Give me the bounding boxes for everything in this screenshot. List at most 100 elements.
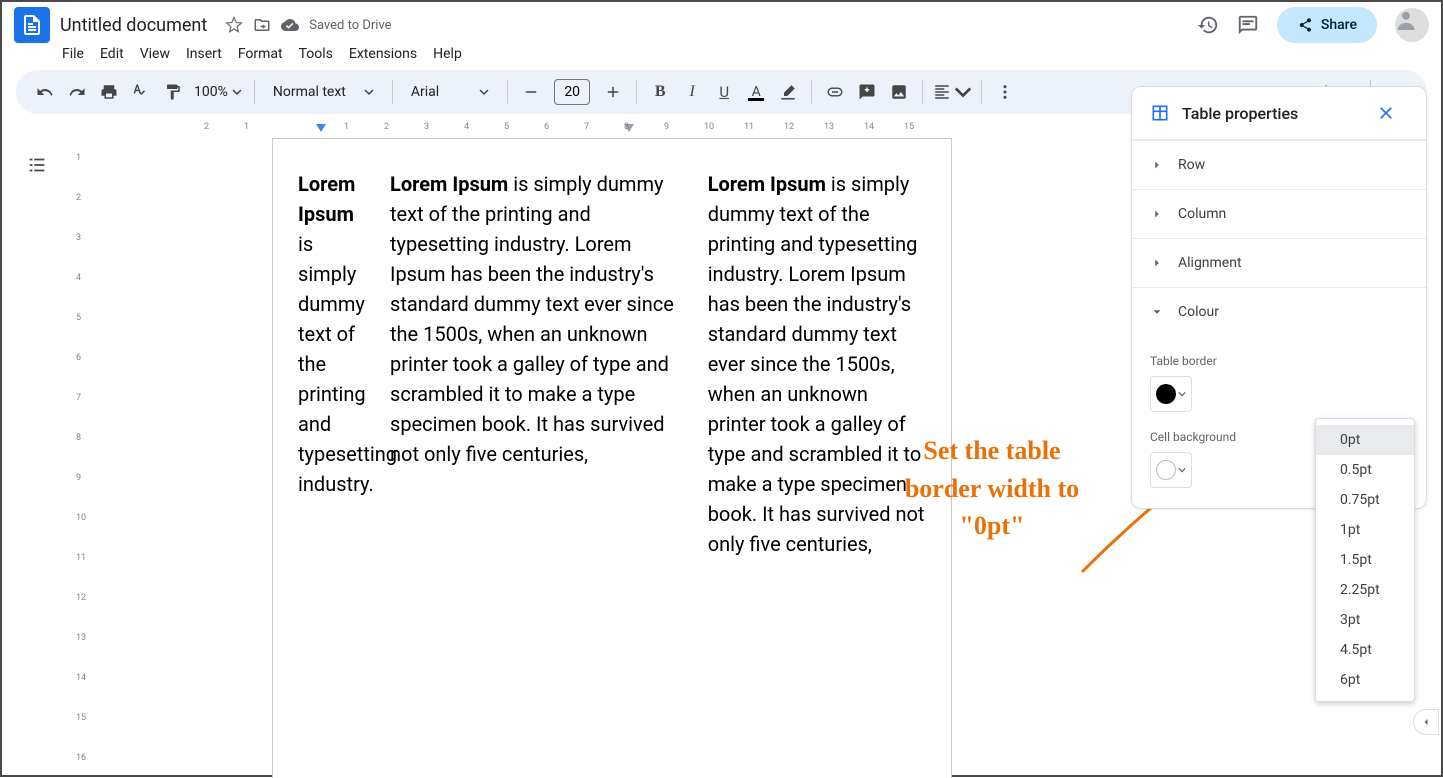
ruler-v-tick: 12 xyxy=(76,593,86,603)
history-icon[interactable] xyxy=(1197,14,1219,36)
ruler-v-tick: 16 xyxy=(76,753,86,763)
ruler-v-tick: 8 xyxy=(76,433,81,443)
text-color-button[interactable]: A xyxy=(741,77,771,107)
ruler-v-tick: 13 xyxy=(76,633,86,643)
bold-button[interactable]: B xyxy=(645,77,675,107)
cloud-done-icon[interactable] xyxy=(281,16,299,34)
ruler-h-tick: 10 xyxy=(704,122,714,132)
column-section-toggle[interactable]: Column xyxy=(1132,189,1426,238)
document-outline-button[interactable] xyxy=(26,154,48,778)
table-border-label: Table border xyxy=(1150,354,1408,368)
table-cell-2[interactable]: Lorem Ipsum is simply dummy text of the … xyxy=(390,169,688,559)
border-width-option[interactable]: 4.5pt xyxy=(1316,635,1414,665)
decrease-font-size-button[interactable] xyxy=(516,77,546,107)
menu-tools[interactable]: Tools xyxy=(299,46,333,62)
more-button[interactable] xyxy=(990,77,1020,107)
document-page[interactable]: Lorem Ipsum is simply dummy text of the … xyxy=(272,138,952,778)
ruler-v-tick: 14 xyxy=(76,673,86,683)
show-side-panel-button[interactable] xyxy=(1413,709,1439,735)
star-icon[interactable] xyxy=(225,16,243,34)
ruler-h-tick: 7 xyxy=(584,122,589,132)
redo-button[interactable] xyxy=(62,77,92,107)
border-width-option[interactable]: 2.25pt xyxy=(1316,575,1414,605)
colour-section-toggle[interactable]: Colour xyxy=(1132,287,1426,336)
align-dropdown[interactable] xyxy=(931,77,973,107)
zoom-dropdown[interactable]: 100% xyxy=(190,84,246,100)
ruler-h-tick: 4 xyxy=(464,122,469,132)
menu-format[interactable]: Format xyxy=(238,46,283,62)
border-width-option[interactable]: 1pt xyxy=(1316,515,1414,545)
border-width-option[interactable]: 0.5pt xyxy=(1316,455,1414,485)
ruler-h-tick: 3 xyxy=(424,122,429,132)
ruler-h-tick: 14 xyxy=(864,122,874,132)
underline-button[interactable]: U xyxy=(709,77,739,107)
ruler-h-tick: 1 xyxy=(344,122,349,132)
menu-file[interactable]: File xyxy=(62,46,84,62)
font-size-input[interactable]: 20 xyxy=(554,79,590,105)
border-width-dropdown[interactable]: 0pt0.5pt0.75pt1pt1.5pt2.25pt3pt4.5pt6pt xyxy=(1315,418,1415,702)
italic-button[interactable]: I xyxy=(677,77,707,107)
border-width-option[interactable]: 0pt xyxy=(1316,425,1414,455)
docs-logo[interactable] xyxy=(14,7,50,43)
spellcheck-button[interactable] xyxy=(126,77,156,107)
doc-title[interactable]: Untitled document xyxy=(60,15,207,36)
border-width-option[interactable]: 0.75pt xyxy=(1316,485,1414,515)
paint-format-button[interactable] xyxy=(158,77,188,107)
cell-background-dropdown[interactable] xyxy=(1150,452,1192,488)
highlight-color-button[interactable] xyxy=(773,77,803,107)
ruler-v-tick: 4 xyxy=(76,273,81,283)
ruler-h-tick: 8 xyxy=(624,122,629,132)
ruler-v-tick: 7 xyxy=(76,393,81,403)
table-cell-3[interactable]: Lorem Ipsum is simply dummy text of the … xyxy=(708,169,926,559)
avatar[interactable] xyxy=(1395,8,1429,42)
none-swatch-icon xyxy=(1156,460,1176,480)
border-width-option[interactable]: 3pt xyxy=(1316,605,1414,635)
insert-image-button[interactable] xyxy=(884,77,914,107)
menu-view[interactable]: View xyxy=(140,46,170,62)
row-section-toggle[interactable]: Row xyxy=(1132,140,1426,189)
ruler-h-tick: 2 xyxy=(204,122,209,132)
share-label: Share xyxy=(1321,17,1357,33)
ruler-v-tick: 2 xyxy=(76,193,81,203)
ruler-v-tick: 9 xyxy=(76,473,81,483)
ruler-v-tick: 6 xyxy=(76,353,81,363)
ruler-v-tick: 5 xyxy=(76,313,81,323)
share-button[interactable]: Share xyxy=(1277,7,1377,43)
ruler-h-tick: 6 xyxy=(544,122,549,132)
table-icon xyxy=(1150,103,1170,123)
ruler-v-tick: 3 xyxy=(76,233,81,243)
add-comment-button[interactable] xyxy=(852,77,882,107)
border-width-option[interactable]: 6pt xyxy=(1316,665,1414,695)
saved-to-drive-label: Saved to Drive xyxy=(309,18,391,33)
ruler-h-tick: 11 xyxy=(744,122,754,132)
font-dropdown[interactable]: Arial xyxy=(401,84,499,100)
black-swatch-icon xyxy=(1156,384,1176,404)
table-cell-1[interactable]: Lorem Ipsum is simply dummy text of the … xyxy=(298,169,370,559)
ruler-v-tick: 10 xyxy=(76,513,86,523)
comments-icon[interactable] xyxy=(1237,14,1259,36)
print-button[interactable] xyxy=(94,77,124,107)
insert-link-button[interactable] xyxy=(820,77,850,107)
ruler-v-tick: 1 xyxy=(76,153,81,163)
menu-help[interactable]: Help xyxy=(433,46,462,62)
alignment-section-toggle[interactable]: Alignment xyxy=(1132,238,1426,287)
move-folder-icon[interactable] xyxy=(253,16,271,34)
close-panel-button[interactable] xyxy=(1376,103,1396,123)
border-color-dropdown[interactable] xyxy=(1150,376,1192,412)
increase-font-size-button[interactable] xyxy=(598,77,628,107)
ruler-h-tick: 15 xyxy=(904,122,914,132)
panel-title: Table properties xyxy=(1182,104,1376,123)
indent-left-marker[interactable] xyxy=(316,124,326,134)
ruler-h-tick: 12 xyxy=(784,122,794,132)
paragraph-styles-dropdown[interactable]: Normal text xyxy=(263,84,384,100)
border-width-option[interactable]: 1.5pt xyxy=(1316,545,1414,575)
ruler-h-tick: 1 xyxy=(244,122,249,132)
menu-extensions[interactable]: Extensions xyxy=(349,46,417,62)
ruler-h-tick: 9 xyxy=(664,122,669,132)
menu-insert[interactable]: Insert xyxy=(186,46,222,62)
vertical-ruler[interactable]: 12345678910111213141516 xyxy=(72,138,94,778)
ruler-v-tick: 15 xyxy=(76,713,86,723)
menu-edit[interactable]: Edit xyxy=(100,46,124,62)
ruler-h-tick: 13 xyxy=(824,122,834,132)
undo-button[interactable] xyxy=(30,77,60,107)
